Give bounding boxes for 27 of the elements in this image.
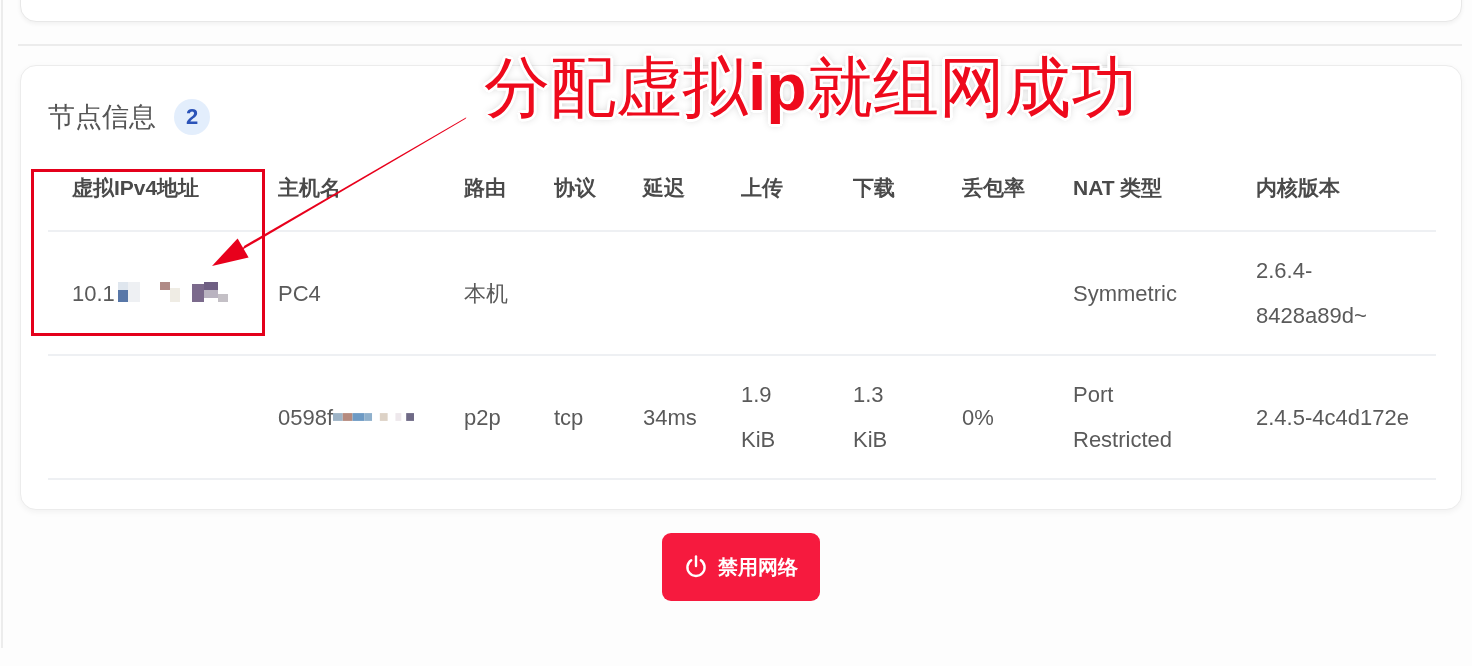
nat-type-text: Port Restricted — [1073, 381, 1174, 454]
column-header: 丢包率 — [938, 153, 1049, 231]
column-header: 虚拟IPv4地址 — [48, 153, 254, 231]
kernel-version-text: 2.6.4-8428a89d~ — [1256, 257, 1368, 330]
download-text: 1.3 KiB — [853, 381, 889, 454]
upload-text: 1.9 KiB — [741, 381, 777, 454]
kernel-version-text: 2.4.5-4c4d172e — [1256, 403, 1409, 432]
route-text: p2p — [464, 403, 501, 432]
node-count-badge: 2 — [174, 99, 210, 135]
nat-type-text: Symmetric — [1073, 279, 1177, 308]
column-header: NAT 类型 — [1049, 153, 1232, 231]
protocol-text: tcp — [554, 403, 584, 432]
latency-text: 34ms — [643, 403, 697, 432]
column-header: 上传 — [717, 153, 829, 231]
hostname-text: 0598f — [278, 403, 334, 432]
column-header: 协议 — [530, 153, 619, 231]
power-icon — [684, 555, 708, 579]
hostname-text: PC4 — [278, 279, 321, 308]
loss-rate-text: 0% — [962, 403, 994, 432]
column-header: 下载 — [829, 153, 938, 231]
disable-network-button[interactable]: 禁用网络 — [662, 533, 820, 601]
virtual-ip-text: 10.1 — [72, 279, 115, 308]
panel-title: 节点信息 — [48, 101, 156, 134]
column-header: 内核版本 — [1232, 153, 1436, 231]
column-header: 路由 — [440, 153, 530, 231]
route-text: 本机 — [464, 279, 508, 308]
column-header: 延迟 — [619, 153, 717, 231]
